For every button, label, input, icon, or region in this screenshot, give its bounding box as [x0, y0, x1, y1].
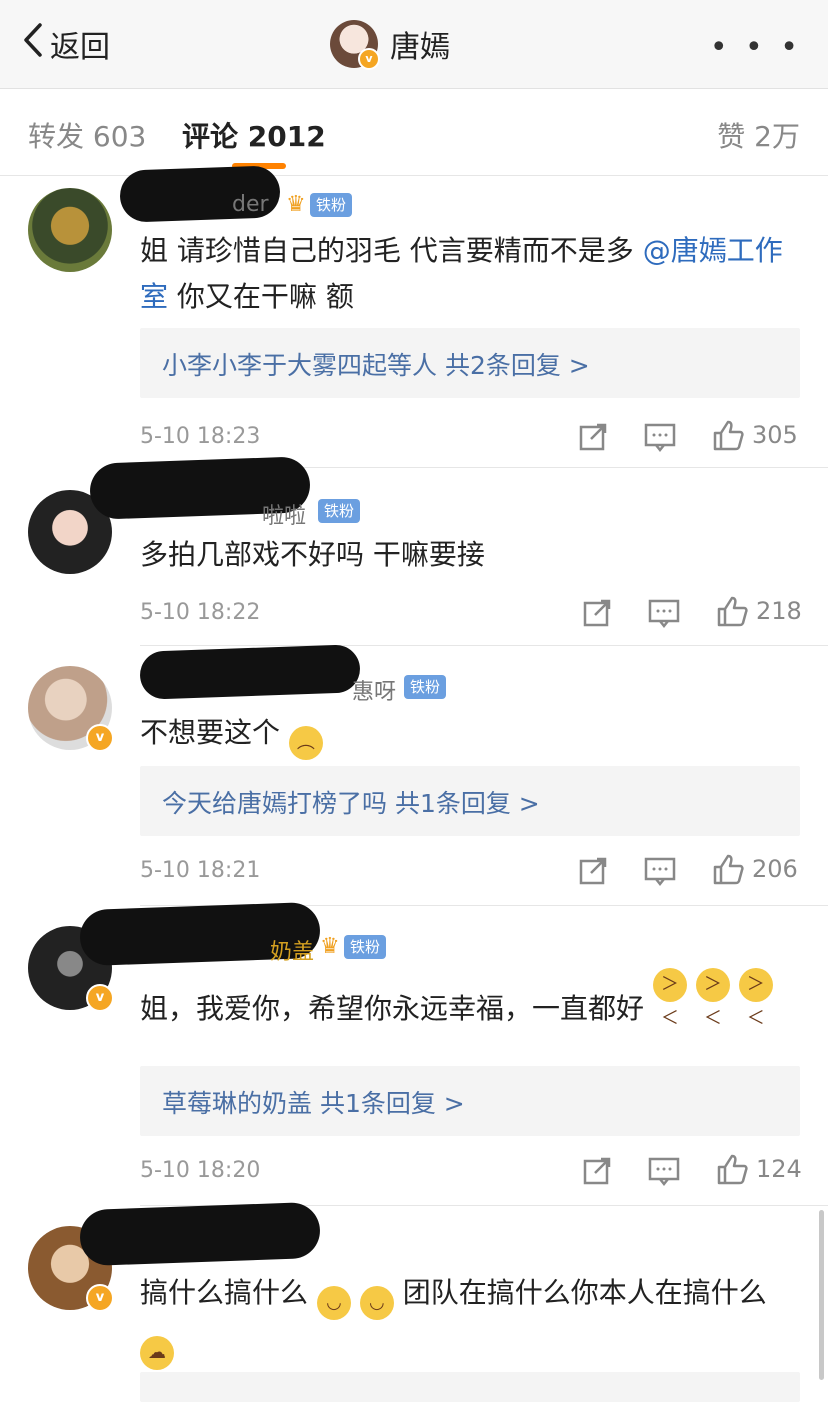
- share-icon[interactable]: [582, 1154, 612, 1188]
- top-nav-bar: 返回 v 唐嫣 • • •: [0, 0, 828, 89]
- tab-repost[interactable]: 转发 603: [28, 115, 146, 155]
- thumbs-up-icon: [713, 854, 744, 885]
- verified-icon: v: [86, 984, 114, 1012]
- fan-badge: 铁粉: [344, 935, 387, 959]
- comment-text-tail: 团队在搞什么你本人在搞什么: [402, 1276, 767, 1309]
- crying-emoji-icon: ＞＜: [652, 968, 687, 1029]
- redaction-mark: [139, 644, 361, 700]
- thumbs-up-icon: [717, 1154, 748, 1185]
- avatar[interactable]: [28, 188, 112, 272]
- share-icon[interactable]: [578, 854, 608, 888]
- fan-badge: 铁粉: [310, 193, 353, 217]
- like-button[interactable]: 305: [712, 418, 798, 452]
- back-label: 返回: [50, 30, 110, 65]
- scrollbar[interactable]: [819, 1210, 824, 1380]
- vomit-emoji-icon: ☁: [140, 1336, 174, 1370]
- timestamp: 5-10 18:22: [140, 600, 261, 625]
- comment-text: 多拍几部戏不好吗 干嘛要接: [140, 538, 485, 571]
- page-title: 唐嫣: [390, 30, 450, 65]
- reply-summary[interactable]: [140, 1372, 800, 1402]
- comment-icon[interactable]: [644, 854, 676, 888]
- sad-emoji-icon: ︵: [288, 726, 323, 760]
- redaction-mark: [79, 1201, 321, 1267]
- username-tail[interactable]: 奶盖: [270, 934, 314, 966]
- thumbs-up-icon: [713, 420, 744, 451]
- avatar[interactable]: v: [28, 666, 114, 752]
- share-icon[interactable]: [578, 420, 608, 454]
- timestamp: 5-10 18:20: [140, 1158, 261, 1183]
- comment-text: 姐 请珍惜自己的羽毛 代言要精而不是多 @唐嫣工作室 你又在干嘛 额: [140, 228, 800, 320]
- like-count: 124: [756, 1155, 802, 1183]
- reply-summary[interactable]: 草莓琳的奶盖 共1条回复 >: [140, 1066, 800, 1136]
- comment-item: v 惠呀 铁粉 不想要这个 ︵ 今天给唐嫣打榜了吗 共1条回复 > 5-10 1…: [0, 644, 828, 906]
- fan-badge: 铁粉: [318, 499, 361, 523]
- pray-emoji-icon: ◡: [359, 1286, 394, 1320]
- comment-item: v 搞什么搞什么 ◡ ◡ 团队在搞什么你本人在搞什么 ☁: [0, 1201, 828, 1402]
- like-count: 305: [752, 421, 798, 449]
- reply-summary[interactable]: 小李小李于大雾四起等人 共2条回复 >: [140, 328, 800, 398]
- verified-icon: v: [86, 724, 114, 752]
- comment-text-body: 姐 请珍惜自己的羽毛 代言要精而不是多: [140, 234, 643, 267]
- verified-icon: v: [358, 48, 380, 70]
- comment-item: v 奶盖 ♛ 铁粉 姐，我爱你，希望你永远幸福，一直都好 ＞＜ ＞＜ ＞＜ 草莓…: [0, 901, 828, 1206]
- reply-summary-text: 草莓琳的奶盖 共1条回复 >: [162, 1089, 465, 1118]
- reply-summary-text: 今天给唐嫣打榜了吗 共1条回复 >: [162, 789, 540, 818]
- chevron-left-icon: [22, 23, 44, 65]
- comment-text-body: 搞什么搞什么: [140, 1276, 309, 1309]
- comment-item: der ♛ 铁粉 姐 请珍惜自己的羽毛 代言要精而不是多 @唐嫣工作室 你又在干…: [0, 165, 828, 468]
- comment-icon[interactable]: [648, 1154, 680, 1188]
- timestamp: 5-10 18:23: [140, 424, 261, 449]
- username-tail[interactable]: 惠呀: [352, 674, 396, 706]
- like-button[interactable]: 206: [712, 852, 798, 886]
- username-tail[interactable]: 啦啦: [262, 498, 306, 530]
- comment-text: 搞什么搞什么 ◡ ◡ 团队在搞什么你本人在搞什么 ☁: [140, 1270, 800, 1370]
- verified-icon: v: [86, 1284, 114, 1312]
- back-button[interactable]: 返回: [22, 22, 110, 66]
- comment-text: 不想要这个 ︵: [140, 710, 800, 760]
- username-tail[interactable]: der: [232, 192, 269, 217]
- comment-text-body: 不想要这个: [140, 716, 281, 749]
- pray-emoji-icon: ◡: [316, 1286, 351, 1320]
- like-button[interactable]: 218: [716, 594, 802, 628]
- like-button[interactable]: 124: [716, 1152, 802, 1186]
- share-icon[interactable]: [582, 596, 612, 630]
- comment-text: 姐，我爱你，希望你永远幸福，一直都好 ＞＜ ＞＜ ＞＜: [140, 968, 800, 1032]
- comment-text-body: 姐，我爱你，希望你永远幸福，一直都好: [140, 992, 645, 1025]
- like-count: 218: [756, 597, 802, 625]
- profile-title[interactable]: v 唐嫣: [330, 18, 450, 70]
- fan-badge: 铁粉: [404, 675, 447, 699]
- reply-summary[interactable]: 今天给唐嫣打榜了吗 共1条回复 >: [140, 766, 800, 836]
- crown-icon: ♛: [320, 934, 340, 959]
- avatar: v: [330, 20, 380, 70]
- comment-tabs: 转发 603 评论 2012 赞 2万: [0, 89, 828, 176]
- timestamp: 5-10 18:21: [140, 858, 261, 883]
- crying-emoji-icon: ＞＜: [738, 968, 773, 1029]
- thumbs-up-icon: [717, 596, 748, 627]
- comment-item: 啦啦 铁粉 多拍几部戏不好吗 干嘛要接 5-10 18:22 218: [0, 456, 828, 646]
- reply-summary-text: 小李小李于大雾四起等人 共2条回复 >: [162, 351, 590, 380]
- tab-like[interactable]: 赞 2万: [717, 115, 800, 155]
- comment-text-tail: 你又在干嘛 额: [168, 280, 354, 313]
- crying-emoji-icon: ＞＜: [695, 968, 730, 1029]
- like-count: 206: [752, 855, 798, 883]
- tab-comment[interactable]: 评论 2012: [182, 115, 326, 155]
- crown-icon: ♛: [286, 192, 306, 217]
- comment-icon[interactable]: [644, 420, 676, 454]
- comment-icon[interactable]: [648, 596, 680, 630]
- more-options-icon[interactable]: • • •: [710, 30, 802, 65]
